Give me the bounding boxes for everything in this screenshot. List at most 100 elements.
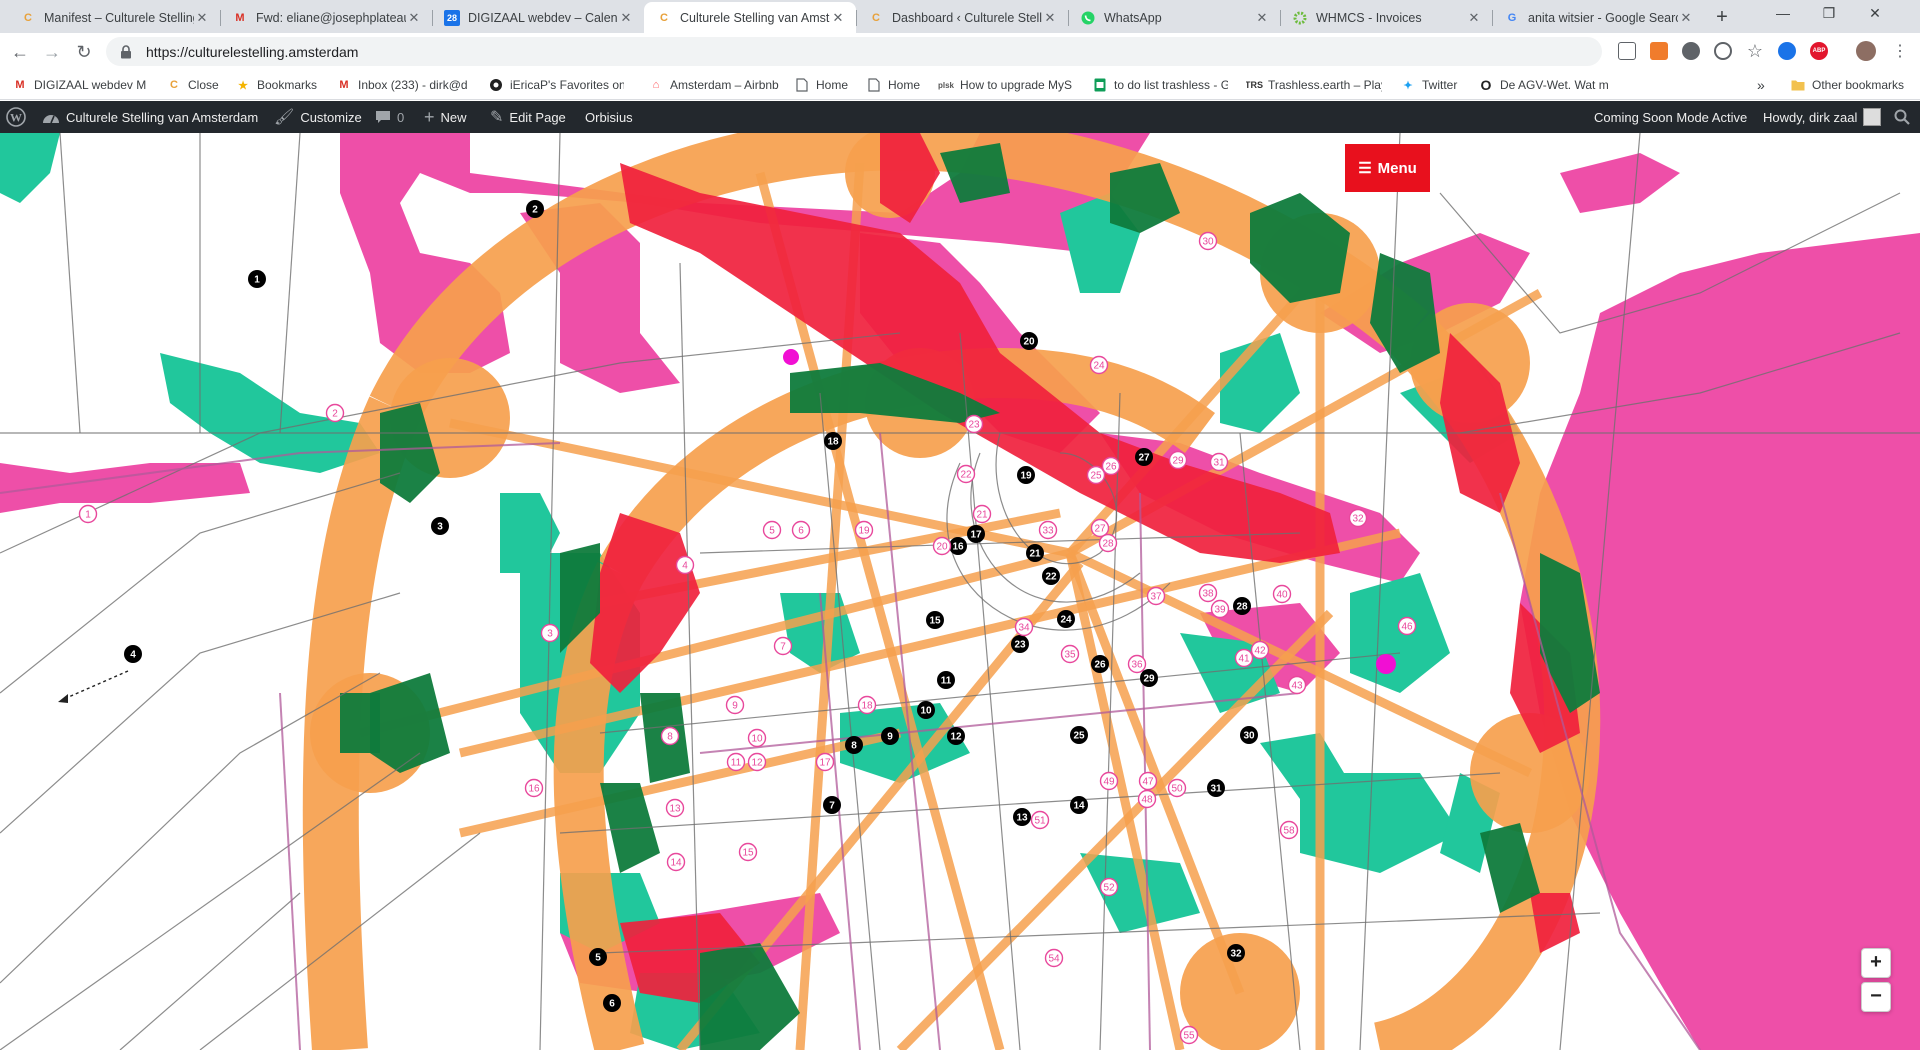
analytics-extension-icon[interactable] [1650,42,1668,60]
black-marker-26[interactable]: 26 [1091,655,1109,673]
bookmark-ericap[interactable]: iEricaP's Favorites on [488,76,624,94]
close-icon[interactable]: ✕ [1466,10,1482,26]
coming-soon-status[interactable]: Coming Soon Mode Active [1594,101,1747,133]
close-icon[interactable]: ✕ [194,10,210,26]
pink-marker-47[interactable]: 47 [1138,771,1158,791]
bookmark-inbox[interactable]: M Inbox (233) - dirk@d [336,76,468,94]
window-close-icon[interactable]: ✕ [1852,5,1898,22]
magenta-dot-marker[interactable] [783,349,799,365]
site-name-link[interactable]: Culturele Stelling van Amsterdam [42,101,258,133]
pink-marker-19[interactable]: 19 [854,520,874,540]
pink-marker-54[interactable]: 54 [1044,948,1064,968]
black-marker-18[interactable]: 18 [824,432,842,450]
black-marker-5[interactable]: 5 [589,948,607,966]
pink-marker-42[interactable]: 42 [1250,640,1270,660]
bookmark-digizaal[interactable]: M DIGIZAAL webdev M [12,76,150,94]
pink-marker-29[interactable]: 29 [1168,450,1188,470]
comments-link[interactable]: 0 [375,101,404,133]
tab-culturele-stelling[interactable]: C Culturele Stelling van Amste ✕ [644,2,856,33]
edit-page-link[interactable]: ✎ Edit Page [490,101,566,133]
customize-link[interactable]: 🖌 Customize [274,101,362,133]
black-marker-8[interactable]: 8 [845,736,863,754]
black-marker-9[interactable]: 9 [881,727,899,745]
pink-marker-50[interactable]: 50 [1167,778,1187,798]
pink-marker-1[interactable]: 1 [78,504,98,524]
pink-marker-15[interactable]: 15 [738,842,758,862]
black-marker-11[interactable]: 11 [937,671,955,689]
pink-marker-26[interactable]: 26 [1101,456,1121,476]
new-tab-button[interactable]: + [1711,6,1733,29]
black-marker-2[interactable]: 2 [526,200,544,218]
pink-marker-35[interactable]: 35 [1060,644,1080,664]
black-marker-6[interactable]: 6 [603,994,621,1012]
close-icon[interactable]: ✕ [1678,10,1694,26]
close-icon[interactable]: ✕ [1254,10,1270,26]
black-marker-20[interactable]: 20 [1020,332,1038,350]
avatar[interactable] [1856,41,1876,61]
bookmark-bookmarks[interactable]: ★ Bookmarks [235,76,327,94]
pink-marker-51[interactable]: 51 [1030,810,1050,830]
pink-marker-55[interactable]: 55 [1179,1025,1199,1045]
pink-marker-9[interactable]: 9 [725,695,745,715]
pink-marker-20[interactable]: 20 [932,536,952,556]
tab-dashboard[interactable]: C Dashboard ‹ Culturele Stelli ✕ [856,2,1068,33]
black-marker-30[interactable]: 30 [1240,726,1258,744]
pink-marker-21[interactable]: 21 [972,504,992,524]
pink-marker-41[interactable]: 41 [1234,648,1254,668]
black-marker-1[interactable]: 1 [248,270,266,288]
pink-marker-40[interactable]: 40 [1272,584,1292,604]
close-icon[interactable]: ✕ [830,10,846,26]
black-marker-29[interactable]: 29 [1140,669,1158,687]
pink-marker-52[interactable]: 52 [1099,877,1119,897]
pink-marker-24[interactable]: 24 [1089,355,1109,375]
my-account-link[interactable]: Howdy, dirk zaal [1763,101,1882,133]
black-marker-3[interactable]: 3 [431,517,449,535]
pink-marker-31[interactable]: 31 [1209,452,1229,472]
tab-google-search[interactable]: G anita witsier - Google Searc ✕ [1492,2,1704,33]
orbisius-link[interactable]: Orbisius [585,101,633,133]
pink-marker-5[interactable]: 5 [762,520,782,540]
check-extension-icon[interactable] [1778,42,1796,60]
cast-extension-icon[interactable] [1618,42,1636,60]
other-bookmarks-folder[interactable]: Other bookmarks [1790,76,1918,94]
pink-marker-8[interactable]: 8 [660,726,680,746]
bookmark-trashless-play[interactable]: TRS Trashless.earth – Play [1246,76,1382,94]
black-marker-23[interactable]: 23 [1011,635,1029,653]
minimize-icon[interactable]: — [1760,5,1806,21]
search-icon[interactable] [1894,101,1910,133]
black-marker-4[interactable]: 4 [124,645,142,663]
pink-marker-28[interactable]: 28 [1098,533,1118,553]
pink-marker-12[interactable]: 12 [747,752,767,772]
black-marker-7[interactable]: 7 [823,796,841,814]
black-marker-32[interactable]: 32 [1227,944,1245,962]
zoom-out-button[interactable]: − [1861,982,1891,1012]
zoom-in-button[interactable]: + [1861,948,1891,978]
bookmark-home-1[interactable]: Home [794,76,854,94]
pink-marker-46[interactable]: 46 [1397,616,1417,636]
bookmark-todo-trashless[interactable]: to do list trashless - G [1092,76,1228,94]
black-marker-13[interactable]: 13 [1013,808,1031,826]
pink-marker-11[interactable]: 11 [726,752,746,772]
forward-icon[interactable]: → [40,40,64,64]
adblock-icon[interactable]: ABP [1810,42,1828,60]
pink-marker-36[interactable]: 36 [1127,654,1147,674]
kebab-menu-icon[interactable]: ⋮ [1888,40,1912,64]
pink-marker-3[interactable]: 3 [540,623,560,643]
pink-marker-27[interactable]: 27 [1090,518,1110,538]
pink-marker-39[interactable]: 39 [1210,599,1230,619]
wordpress-logo-icon[interactable]: W [6,101,26,133]
black-marker-25[interactable]: 25 [1070,726,1088,744]
star-icon[interactable]: ☆ [1746,42,1764,60]
reload-icon[interactable]: ↻ [72,40,96,64]
black-marker-22[interactable]: 22 [1042,567,1060,585]
tab-gmail-fwd[interactable]: M Fwd: eliane@josephplateau ✕ [220,2,432,33]
black-marker-31[interactable]: 31 [1207,779,1225,797]
pink-marker-6[interactable]: 6 [791,520,811,540]
black-marker-27[interactable]: 27 [1135,448,1153,466]
magenta-dot-marker[interactable] [1376,654,1396,674]
tab-whmcs[interactable]: WHMCS - Invoices ✕ [1280,2,1492,33]
bookmark-twitter[interactable]: ✦ Twitter [1400,76,1480,94]
bookmark-upgrade-mys[interactable]: plsk How to upgrade MyS [938,76,1074,94]
black-marker-19[interactable]: 19 [1017,466,1035,484]
close-icon[interactable]: ✕ [1042,10,1058,26]
